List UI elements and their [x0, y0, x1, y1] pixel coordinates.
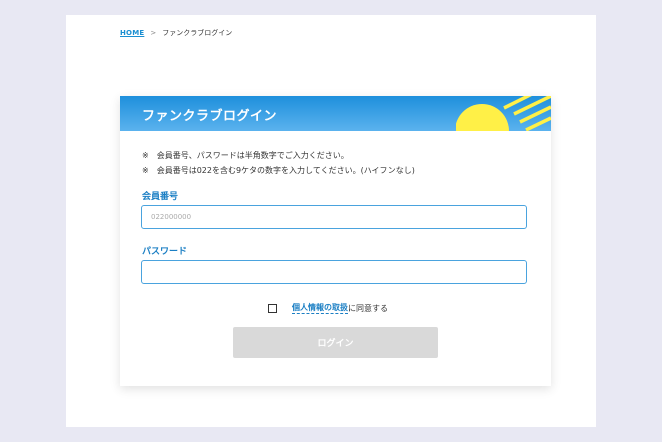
agreement-row: 個人情報の取扱 に同意する [268, 302, 388, 314]
note-item: ※ 会員番号、パスワードは半角数字でご入力ください。 [142, 148, 415, 163]
login-card: ファンクラブログイン ※ 会員番号、パスワードは半角数字でご入力ください。 ※ … [120, 96, 551, 386]
login-button[interactable]: ログイン [233, 327, 438, 358]
breadcrumb-current: ファンクラブログイン [162, 29, 233, 37]
card-header: ファンクラブログイン [120, 96, 551, 131]
page-container: HOME > ファンクラブログイン ファンクラブログイン ※ 会員番号、パスワー… [66, 15, 596, 427]
note-text: 会員番号、パスワードは半角数字でご入力ください。 [156, 151, 349, 160]
note-mark: ※ [142, 151, 149, 160]
note-mark: ※ [142, 166, 149, 175]
breadcrumb-home-link[interactable]: HOME [120, 29, 144, 37]
password-input[interactable] [141, 260, 527, 284]
card-title: ファンクラブログイン [142, 109, 278, 124]
note-text: 会員番号は022を含む9ケタの数字を入力してください。(ハイフンなし) [156, 166, 415, 175]
privacy-policy-link[interactable]: 個人情報の取扱 [292, 302, 348, 314]
member-number-input[interactable] [141, 205, 527, 229]
password-label: パスワード [142, 247, 188, 257]
notes: ※ 会員番号、パスワードは半角数字でご入力ください。 ※ 会員番号は022を含む… [142, 148, 415, 178]
breadcrumb-separator: > [150, 29, 157, 37]
agreement-suffix: に同意する [348, 303, 388, 313]
sun-icon [455, 96, 551, 131]
member-number-label: 会員番号 [142, 192, 179, 202]
agreement-checkbox[interactable] [268, 303, 277, 313]
breadcrumb: HOME > ファンクラブログイン [120, 28, 232, 38]
note-item: ※ 会員番号は022を含む9ケタの数字を入力してください。(ハイフンなし) [142, 163, 415, 178]
